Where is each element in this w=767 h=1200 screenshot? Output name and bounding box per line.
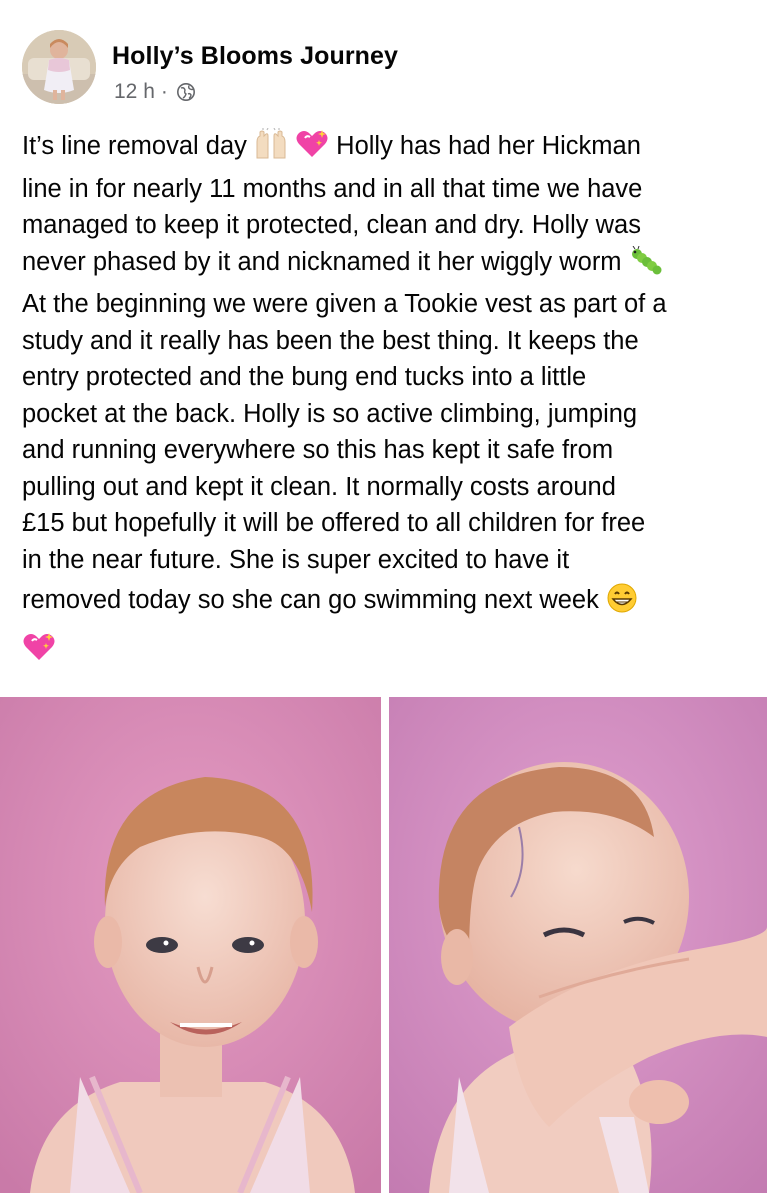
raising-hands-icon [254, 127, 288, 171]
post-line-11: £15 but hopefully it will be offered to … [22, 509, 646, 537]
meta-separator: · [160, 80, 168, 103]
post-line-13: removed today so she can go swimming nex… [22, 582, 752, 625]
author-avatar[interactable] [22, 30, 96, 104]
caterpillar-icon [629, 245, 663, 287]
photo-child-covering-face[interactable] [389, 697, 767, 1193]
bottom-strip [0, 1193, 767, 1200]
post-body: It’s line removal day Holly has had her … [22, 127, 752, 674]
post-line-2: line in for nearly 11 months and in all … [22, 174, 643, 203]
post-line-9: and running everywhere so this has kept … [22, 436, 614, 464]
post-line-12: in the near future. She is super excited… [22, 545, 570, 574]
post-line-6: study and it really has been the best th… [22, 326, 639, 355]
photo-child-smiling[interactable] [0, 697, 381, 1193]
post-header: Holly’s Blooms Journey 12 h · [22, 28, 742, 108]
post-meta: 12 h · [114, 80, 196, 104]
grinning-face-icon [606, 582, 638, 625]
globe-icon [176, 82, 196, 102]
author-name[interactable]: Holly’s Blooms Journey [112, 42, 398, 71]
photo-grid [0, 697, 767, 1193]
post-line-3: managed to keep it protected, clean and … [22, 211, 641, 239]
post-line-8: pocket at the back. Holly is so active c… [22, 399, 638, 428]
post-line-1: It’s line removal day Holly has had her … [22, 127, 752, 171]
post-line-4: never phased by it and nicknamed it her … [22, 244, 752, 287]
post-line-14 [22, 631, 752, 674]
sparkling-heart-icon [22, 631, 56, 674]
sparkling-heart-icon [295, 128, 329, 171]
post-line-10: pulling out and kept it clean. It normal… [22, 472, 616, 501]
post-line-7: entry protected and the bung end tucks i… [22, 363, 587, 391]
post-time[interactable]: 12 h [114, 80, 155, 104]
post-line-5: At the beginning we were given a Tookie … [22, 290, 667, 318]
